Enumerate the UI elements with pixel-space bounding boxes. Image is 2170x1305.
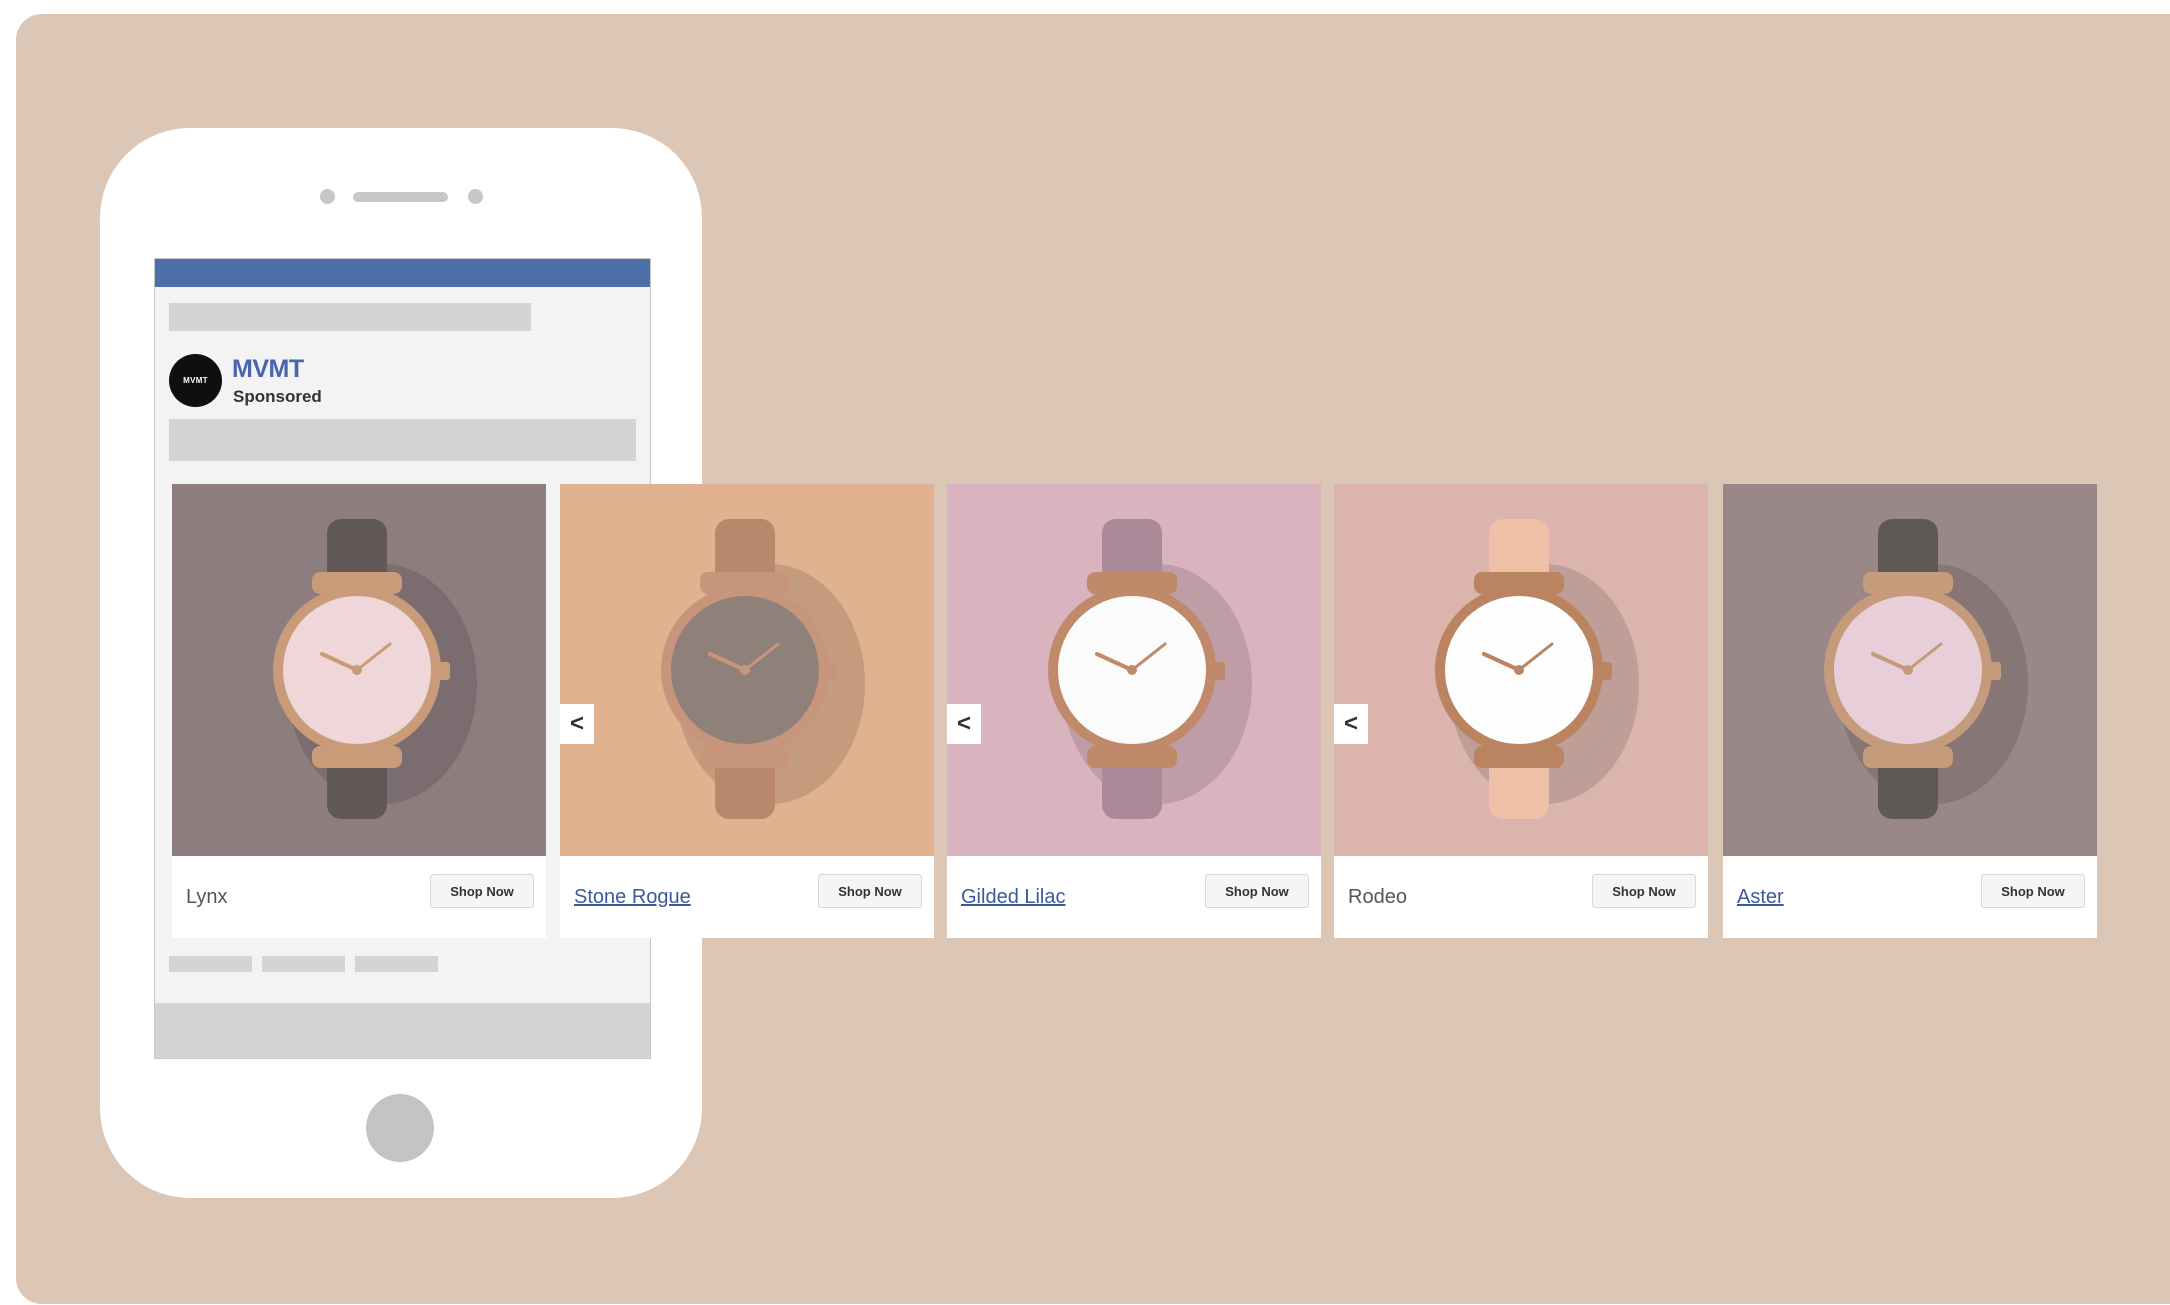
placeholder-action xyxy=(169,956,252,972)
watch-image xyxy=(560,484,934,856)
home-button[interactable] xyxy=(366,1094,434,1162)
watch-image xyxy=(947,484,1321,856)
sponsored-label: Sponsored xyxy=(233,387,322,406)
carousel-card[interactable]: < Stone Rogue Shop Now xyxy=(560,484,934,938)
card-title: Rodeo xyxy=(1348,886,1407,908)
card-title[interactable]: Gilded Lilac xyxy=(961,886,1066,909)
shop-now-button[interactable]: Shop Now xyxy=(430,874,534,908)
card-title[interactable]: Stone Rogue xyxy=(574,886,691,909)
card-photo[interactable] xyxy=(1723,484,2097,856)
avatar-text: MVMT xyxy=(183,376,208,385)
carousel-card[interactable]: < Rodeo Shop Now xyxy=(1334,484,1708,938)
sensor-dot xyxy=(468,189,483,204)
phone-speaker xyxy=(353,192,448,202)
shop-now-button[interactable]: Shop Now xyxy=(1205,874,1309,908)
avatar[interactable]: MVMT xyxy=(169,354,222,407)
advertiser-name[interactable]: MVMT xyxy=(232,355,304,384)
card-photo[interactable] xyxy=(1334,484,1708,856)
shop-now-button[interactable]: Shop Now xyxy=(1981,874,2085,908)
carousel-card[interactable]: < Gilded Lilac Shop Now xyxy=(947,484,1321,938)
watch-image xyxy=(1723,484,2097,856)
placeholder-bar xyxy=(169,303,531,331)
watch-image xyxy=(1334,484,1708,856)
chevron-left-icon[interactable]: < xyxy=(1334,704,1368,744)
carousel-card[interactable]: Aster Shop Now xyxy=(1723,484,2097,938)
placeholder-caption xyxy=(169,419,636,461)
card-photo[interactable] xyxy=(172,484,546,856)
placeholder-action xyxy=(355,956,438,972)
shop-now-button[interactable]: Shop Now xyxy=(818,874,922,908)
carousel-card[interactable]: Lynx Shop Now xyxy=(172,484,546,938)
shop-now-button[interactable]: Shop Now xyxy=(1592,874,1696,908)
chevron-left-icon[interactable]: < xyxy=(560,704,594,744)
camera-dot xyxy=(320,189,335,204)
watch-image xyxy=(172,484,546,856)
placeholder-action xyxy=(262,956,345,972)
card-photo[interactable] xyxy=(947,484,1321,856)
card-title[interactable]: Aster xyxy=(1737,886,1784,909)
card-title: Lynx xyxy=(186,886,228,908)
chevron-left-icon[interactable]: < xyxy=(947,704,981,744)
screen-footer xyxy=(155,1003,650,1058)
card-photo[interactable] xyxy=(560,484,934,856)
app-top-bar xyxy=(155,259,650,287)
